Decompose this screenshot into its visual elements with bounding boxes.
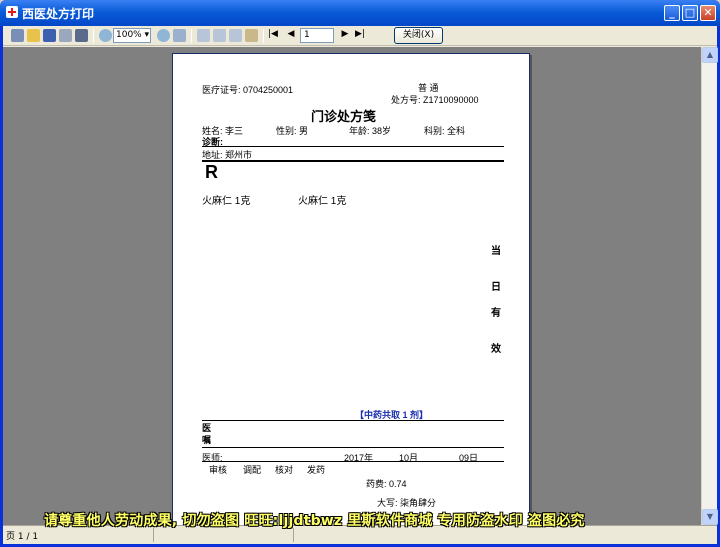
- drug-fee: 药费: 0.74: [366, 479, 407, 489]
- open-folder-icon[interactable]: [27, 29, 40, 42]
- scroll-up-icon[interactable]: ▲: [702, 47, 718, 63]
- fit-page-icon[interactable]: [173, 29, 186, 42]
- print-icon[interactable]: [11, 29, 24, 42]
- first-page-icon[interactable]: |◀: [267, 29, 279, 39]
- prev-page-icon[interactable]: ◀: [285, 29, 297, 39]
- divider: [202, 160, 504, 162]
- medicine-item: 火麻仁 1克: [298, 196, 347, 207]
- edit-icon[interactable]: [245, 29, 258, 42]
- title-bar[interactable]: 西医处方打印 _ □ ✕: [0, 0, 720, 26]
- two-pages-icon[interactable]: [213, 29, 226, 42]
- medical-id: 医疗证号: 0704250001: [202, 85, 294, 95]
- status-divider: [293, 528, 294, 542]
- single-page-icon[interactable]: [197, 29, 210, 42]
- multi-pages-icon[interactable]: [229, 29, 242, 42]
- rx-number: 处方号: Z1710090000: [391, 95, 479, 105]
- divider: [202, 420, 504, 421]
- minimize-button[interactable]: _: [664, 5, 680, 21]
- red-cross-icon: [6, 6, 18, 18]
- zoom-out-icon[interactable]: [157, 29, 170, 42]
- toolbar: 100% |◀ ◀ 1 ▶ ▶| 关闭(X): [3, 26, 717, 46]
- medicine-item: 火麻仁 1克: [202, 196, 251, 207]
- rx-month: 10月: [399, 453, 419, 463]
- prescription-page: 医疗证号: 0704250001 普 通 处方号: Z1710090000 门诊…: [172, 53, 530, 525]
- next-page-icon[interactable]: ▶: [339, 29, 351, 39]
- divider: [202, 146, 504, 147]
- validity-char: 效: [491, 344, 501, 355]
- divider: [202, 447, 504, 448]
- client-area: 100% |◀ ◀ 1 ▶ ▶| 关闭(X) 医疗证号: 0704250001 …: [3, 26, 718, 544]
- fee-upper: 大写: 柒角肆分: [377, 498, 437, 508]
- validity-char: 有: [491, 308, 501, 319]
- close-window-button[interactable]: ✕: [700, 5, 716, 21]
- role-label: 调配: [243, 465, 262, 475]
- department: 科别: 全科: [424, 126, 466, 136]
- patient-gender: 性别: 男: [276, 126, 309, 136]
- close-button[interactable]: 关闭(X): [394, 27, 443, 44]
- rx-day: 09日: [459, 453, 479, 463]
- print-preview-area[interactable]: 医疗证号: 0704250001 普 通 处方号: Z1710090000 门诊…: [3, 47, 701, 525]
- save-icon[interactable]: [43, 29, 56, 42]
- role-label: 审核: [209, 465, 228, 475]
- toolbar-separator: [93, 29, 94, 43]
- vertical-scrollbar[interactable]: ▲ ▼: [701, 47, 718, 525]
- watermark-text: 请尊重他人劳动成果, 切勿盗图 旺旺:ljjdtbwz 里斯软件商城 专用防盗水…: [44, 513, 585, 529]
- role-label: 核对: [275, 465, 294, 475]
- advice-label: 嘱: [202, 435, 212, 445]
- rx-year: 2017年: [344, 453, 374, 463]
- zoom-in-icon[interactable]: [99, 29, 112, 42]
- role-label: 发药: [307, 465, 326, 475]
- page-status: 页 1 / 1: [6, 532, 39, 542]
- rx-symbol: R: [205, 162, 218, 182]
- validity-char: 当: [491, 246, 501, 257]
- toolbar-separator: [263, 29, 264, 43]
- last-page-icon[interactable]: ▶|: [354, 29, 366, 39]
- patient-age: 年龄: 38岁: [349, 126, 392, 136]
- page-number-input[interactable]: 1: [300, 28, 334, 43]
- window-title: 西医处方打印: [22, 7, 95, 21]
- divider: [202, 461, 504, 462]
- app-window: 西医处方打印 _ □ ✕ 100% |◀ ◀ 1 ▶ ▶|: [0, 0, 720, 547]
- find-icon[interactable]: [75, 29, 88, 42]
- page-title: 门诊处方笺: [311, 109, 377, 124]
- validity-char: 日: [491, 282, 501, 293]
- maximize-button[interactable]: □: [682, 5, 698, 21]
- status-divider: [153, 528, 154, 542]
- print-setup-icon[interactable]: [59, 29, 72, 42]
- toolbar-separator: [191, 29, 192, 43]
- zoom-select[interactable]: 100%: [113, 28, 151, 43]
- scroll-down-icon[interactable]: ▼: [702, 509, 718, 525]
